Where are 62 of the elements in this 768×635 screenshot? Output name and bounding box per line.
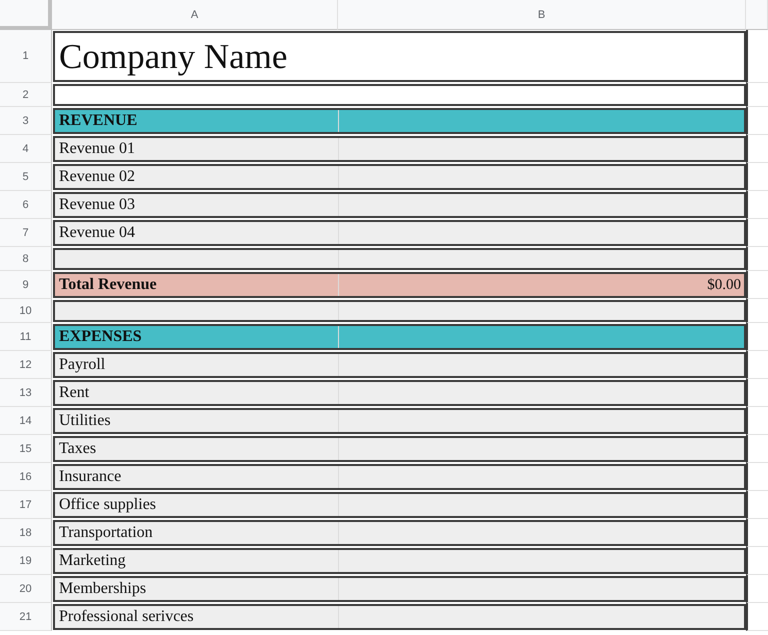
row-number[interactable]: 16 bbox=[0, 463, 52, 491]
empty-cell[interactable] bbox=[746, 491, 768, 519]
row-number[interactable]: 11 bbox=[0, 323, 52, 351]
row-number[interactable]: 10 bbox=[0, 299, 52, 323]
cell-label: EXPENSES bbox=[59, 328, 142, 346]
column-header[interactable]: A bbox=[52, 0, 338, 30]
empty-cell[interactable] bbox=[746, 271, 768, 299]
cell-label: Total Revenue bbox=[59, 276, 157, 294]
row-number[interactable]: 1 bbox=[0, 30, 52, 83]
cell-label: Company Name bbox=[59, 36, 288, 76]
row-number[interactable]: 5 bbox=[0, 163, 52, 191]
row-number[interactable]: 4 bbox=[0, 135, 52, 163]
empty-cell[interactable] bbox=[746, 247, 768, 271]
row-number[interactable]: 17 bbox=[0, 491, 52, 519]
row-number[interactable]: 6 bbox=[0, 191, 52, 219]
cell-label: Revenue 03 bbox=[59, 196, 135, 214]
empty-cell[interactable] bbox=[746, 575, 768, 603]
cell-value: $0.00 bbox=[707, 276, 741, 294]
cell-label: Professional serivces bbox=[59, 608, 194, 626]
cell-label: Insurance bbox=[59, 468, 122, 486]
row-number[interactable]: 3 bbox=[0, 107, 52, 135]
empty-cell[interactable] bbox=[746, 219, 768, 247]
row-number[interactable]: 18 bbox=[0, 519, 52, 547]
row-number[interactable]: 8 bbox=[0, 247, 52, 271]
row-number[interactable]: 21 bbox=[0, 603, 52, 631]
row-number[interactable]: 14 bbox=[0, 407, 52, 435]
empty-cell[interactable] bbox=[746, 435, 768, 463]
column-header[interactable]: B bbox=[338, 0, 746, 30]
empty-cell[interactable] bbox=[746, 107, 768, 135]
empty-cell[interactable] bbox=[746, 323, 768, 351]
cell-label: REVENUE bbox=[59, 112, 138, 130]
cell-label: Memberships bbox=[59, 580, 146, 598]
row-number[interactable]: 13 bbox=[0, 379, 52, 407]
empty-cell[interactable] bbox=[746, 135, 768, 163]
cell-label: Taxes bbox=[59, 440, 96, 458]
row-number[interactable]: 15 bbox=[0, 435, 52, 463]
cell-label: Revenue 02 bbox=[59, 168, 135, 186]
cell-label: Revenue 04 bbox=[59, 224, 135, 242]
row-number[interactable]: 7 bbox=[0, 219, 52, 247]
cell-label: Revenue 01 bbox=[59, 140, 135, 158]
cell-label: Marketing bbox=[59, 552, 126, 570]
empty-cell[interactable] bbox=[746, 463, 768, 491]
row-number[interactable]: 19 bbox=[0, 547, 52, 575]
empty-cell[interactable] bbox=[746, 299, 768, 323]
empty-cell[interactable] bbox=[746, 83, 768, 107]
cell-label: Utilities bbox=[59, 412, 111, 430]
empty-cell[interactable] bbox=[746, 163, 768, 191]
row-number[interactable]: 12 bbox=[0, 351, 52, 379]
empty-cell[interactable] bbox=[746, 603, 768, 631]
cell-label: Payroll bbox=[59, 356, 106, 374]
cell-label: Office supplies bbox=[59, 496, 156, 514]
empty-cell[interactable] bbox=[746, 191, 768, 219]
cell-label: Rent bbox=[59, 384, 90, 402]
row-number[interactable]: 9 bbox=[0, 271, 52, 299]
empty-cell[interactable] bbox=[746, 351, 768, 379]
row-number[interactable]: 20 bbox=[0, 575, 52, 603]
row-number[interactable]: 2 bbox=[0, 83, 52, 107]
empty-cell[interactable] bbox=[746, 407, 768, 435]
cell-label: Transportation bbox=[59, 524, 153, 542]
empty-cell[interactable] bbox=[746, 379, 768, 407]
empty-cell[interactable] bbox=[746, 519, 768, 547]
empty-cell[interactable] bbox=[746, 547, 768, 575]
